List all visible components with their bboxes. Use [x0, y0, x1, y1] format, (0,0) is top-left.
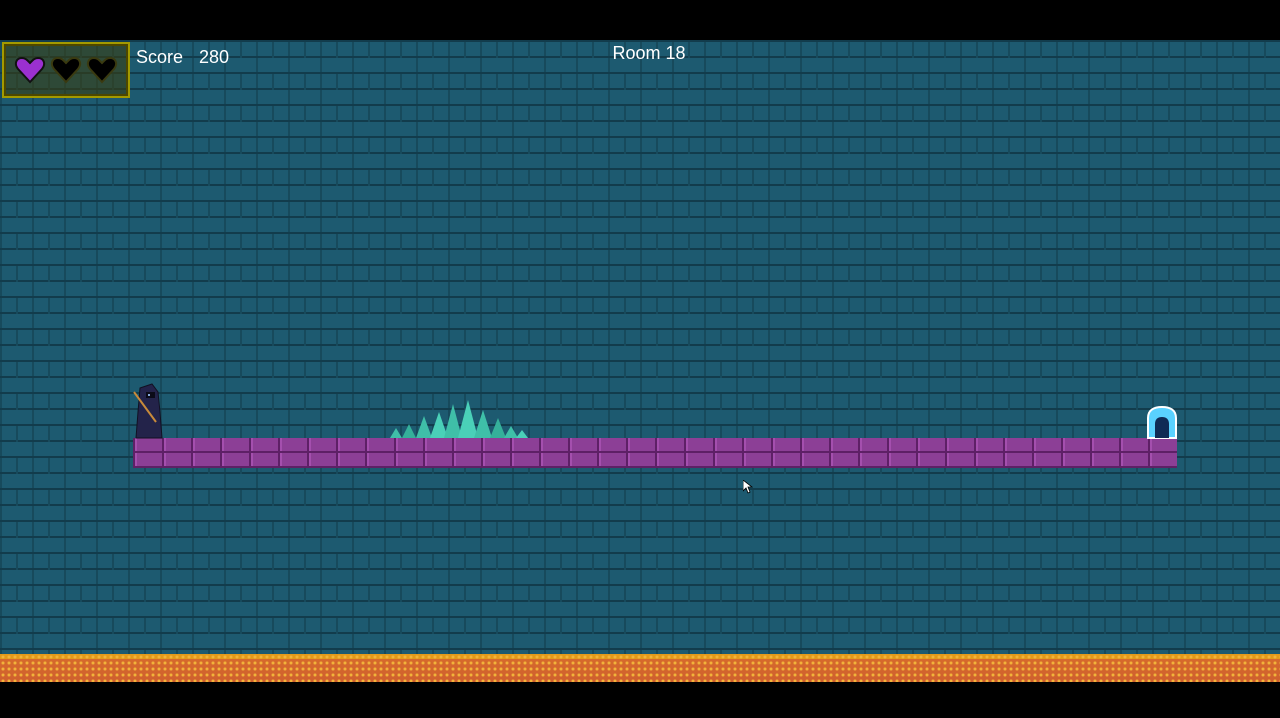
spike-trap [390, 400, 528, 438]
brick-platform [133, 438, 1177, 468]
exit-door-icon[interactable] [1146, 406, 1178, 440]
room-label: Room 18 [612, 43, 686, 63]
game-viewport: Score 280 Room 18 [0, 0, 1280, 718]
mouse-cursor-icon [743, 480, 753, 494]
lava-floor [0, 654, 1280, 682]
player-sprite [133, 383, 163, 439]
game-canvas[interactable]: Score 280 Room 18 [0, 40, 1280, 682]
